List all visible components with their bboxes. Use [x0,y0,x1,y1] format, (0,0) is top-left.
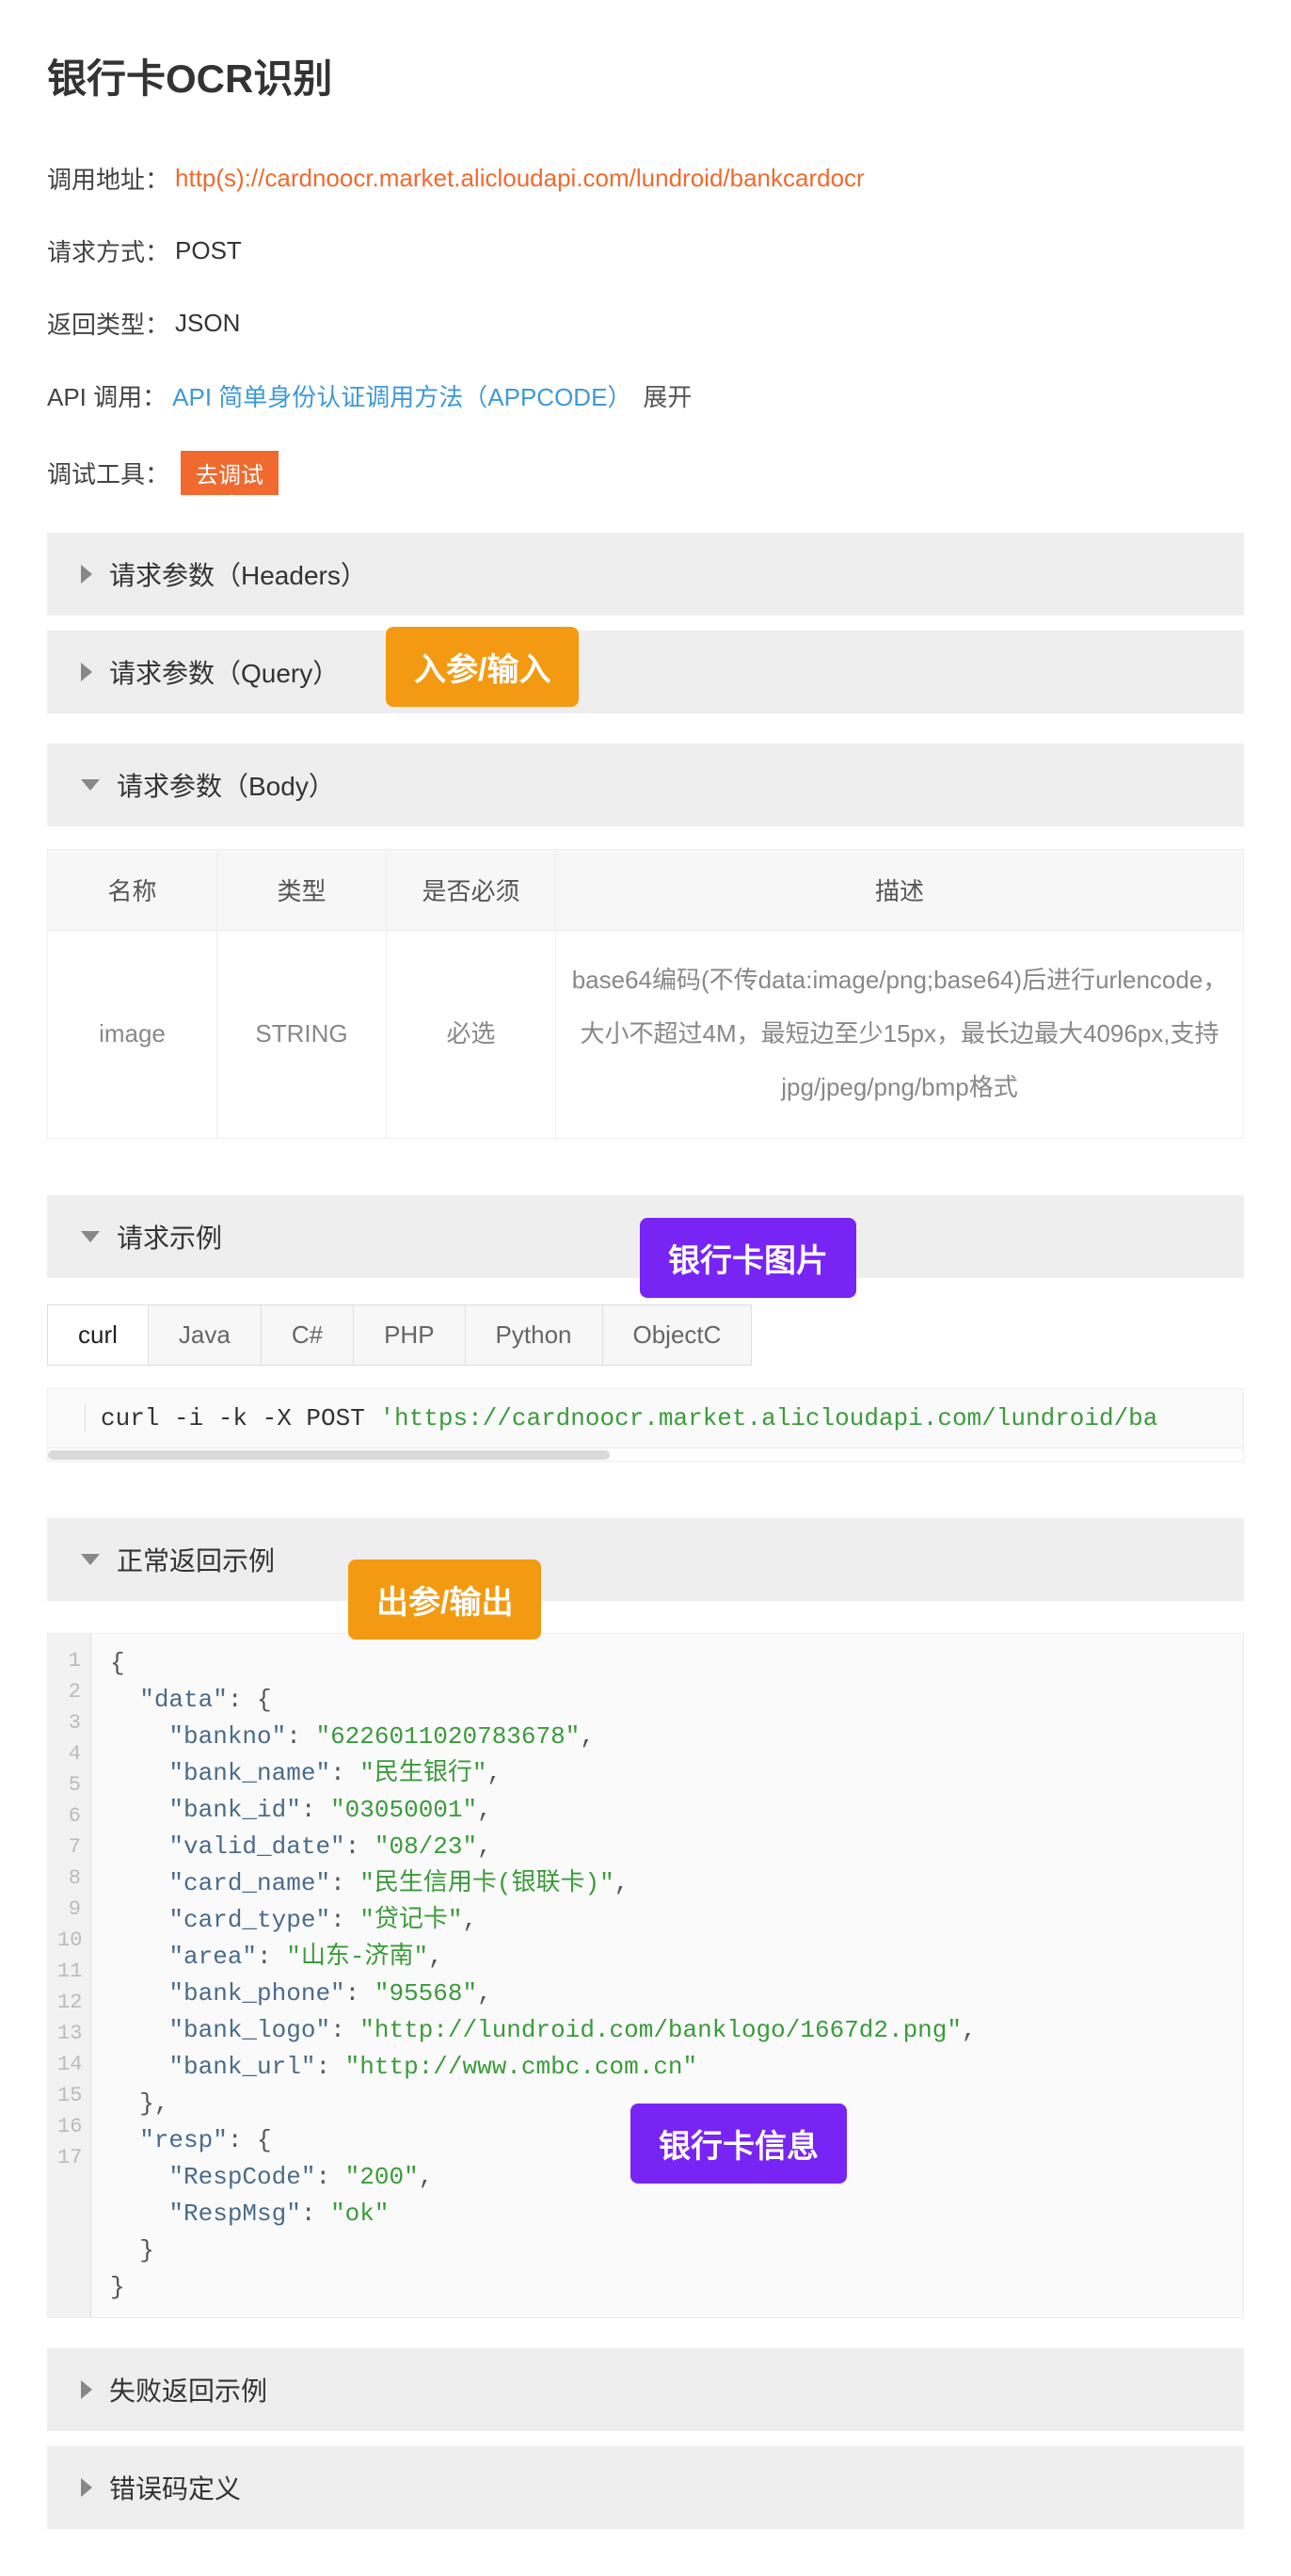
meta-return-value: JSON [175,309,240,338]
accordion-headers[interactable]: 请求参数（Headers） [47,533,1244,616]
curl-cmd: curl -i -k -X POST [101,1404,379,1432]
meta-url-label: 调用地址： [47,161,169,196]
tab-php[interactable]: PHP [353,1304,465,1366]
tab-java[interactable]: Java [148,1304,262,1366]
meta-url-value[interactable]: http(s)://cardnoocr.market.alicloudapi.c… [175,164,865,193]
chevron-down-icon [81,1554,100,1565]
meta-api-link[interactable]: API 简单身份认证调用方法（APPCODE） [172,378,631,413]
meta-debug-label: 调试工具： [47,456,169,490]
accordion-error-def-label: 错误码定义 [109,2469,241,2506]
accordion-normal-resp[interactable]: 正常返回示例 [47,1518,1244,1601]
meta-return-row: 返回类型： JSON [47,306,1244,341]
meta-debug-row: 调试工具： 去调试 [47,451,1244,495]
code-tabs: curl Java C# PHP Python ObjectC [47,1304,1244,1366]
table-header-row: 名称 类型 是否必须 描述 [48,850,1244,931]
horizontal-scrollbar[interactable] [48,1448,1243,1461]
accordion-example-label: 请求示例 [117,1218,222,1256]
callout-output: 出参/输出 [348,1560,541,1640]
callout-image: 银行卡图片 [640,1218,856,1298]
accordion-query-label: 请求参数（Query） [109,653,339,691]
col-type: 类型 [217,850,387,931]
accordion-normal-resp-label: 正常返回示例 [117,1541,275,1578]
accordion-fail-resp-label: 失败返回示例 [109,2371,267,2408]
callout-input: 入参/输入 [386,627,579,707]
tab-objectc[interactable]: ObjectC [602,1304,753,1366]
meta-url-row: 调用地址： http(s)://cardnoocr.market.aliclou… [47,161,1244,196]
curl-url: 'https://cardnoocr.market.alicloudapi.co… [379,1404,1157,1432]
col-desc: 描述 [556,850,1244,931]
meta-api-row: API 调用： API 简单身份认证调用方法（APPCODE） 展开 [47,378,1244,413]
curl-code-text: curl -i -k -X POST 'https://cardnoocr.ma… [86,1404,1157,1432]
accordion-body[interactable]: 请求参数（Body） [47,744,1244,826]
line-numbers: 1 2 3 4 5 6 7 8 9 10 11 12 13 14 15 16 1… [48,1634,91,2317]
meta-method-value: POST [175,236,242,265]
col-name: 名称 [48,850,217,931]
cell-required: 必选 [387,931,556,1139]
col-required: 是否必须 [387,850,556,931]
callout-info: 银行卡信息 [630,2104,847,2184]
response-json-pre: { "data": { "bankno": "6226011020783678"… [91,1634,996,2317]
line-gutter [48,1404,86,1432]
table-row: image STRING 必选 base64编码(不传data:image/pn… [48,931,1244,1139]
meta-api-label: API 调用： [47,378,167,413]
meta-method-label: 请求方式： [47,233,169,268]
chevron-down-icon [81,779,100,791]
accordion-fail-resp[interactable]: 失败返回示例 [47,2348,1244,2431]
chevron-down-icon [81,1231,100,1242]
page-title: 银行卡OCR识别 [47,47,1244,104]
chevron-right-icon [81,2478,92,2497]
chevron-right-icon [81,663,92,681]
accordion-body-label: 请求参数（Body） [117,766,335,804]
response-json-block: 1 2 3 4 5 6 7 8 9 10 11 12 13 14 15 16 1… [47,1633,1244,2318]
tab-python[interactable]: Python [465,1304,603,1366]
curl-code-block: curl -i -k -X POST 'https://cardnoocr.ma… [47,1388,1244,1462]
tab-csharp[interactable]: C# [261,1304,354,1366]
meta-method-row: 请求方式： POST [47,233,1244,268]
accordion-error-def[interactable]: 错误码定义 [47,2446,1244,2529]
tab-curl[interactable]: curl [47,1304,149,1366]
body-params-table: 名称 类型 是否必须 描述 image STRING 必选 base64编码(不… [47,849,1244,1139]
cell-name: image [48,931,217,1139]
cell-desc: base64编码(不传data:image/png;base64)后进行urle… [556,931,1244,1139]
chevron-right-icon [81,2380,92,2399]
accordion-headers-label: 请求参数（Headers） [109,555,367,593]
meta-api-expand[interactable]: 展开 [643,378,692,413]
cell-type: STRING [217,931,387,1139]
chevron-right-icon [81,565,92,584]
accordion-query[interactable]: 请求参数（Query） [47,631,1244,713]
meta-return-label: 返回类型： [47,306,169,341]
debug-button[interactable]: 去调试 [181,451,279,495]
